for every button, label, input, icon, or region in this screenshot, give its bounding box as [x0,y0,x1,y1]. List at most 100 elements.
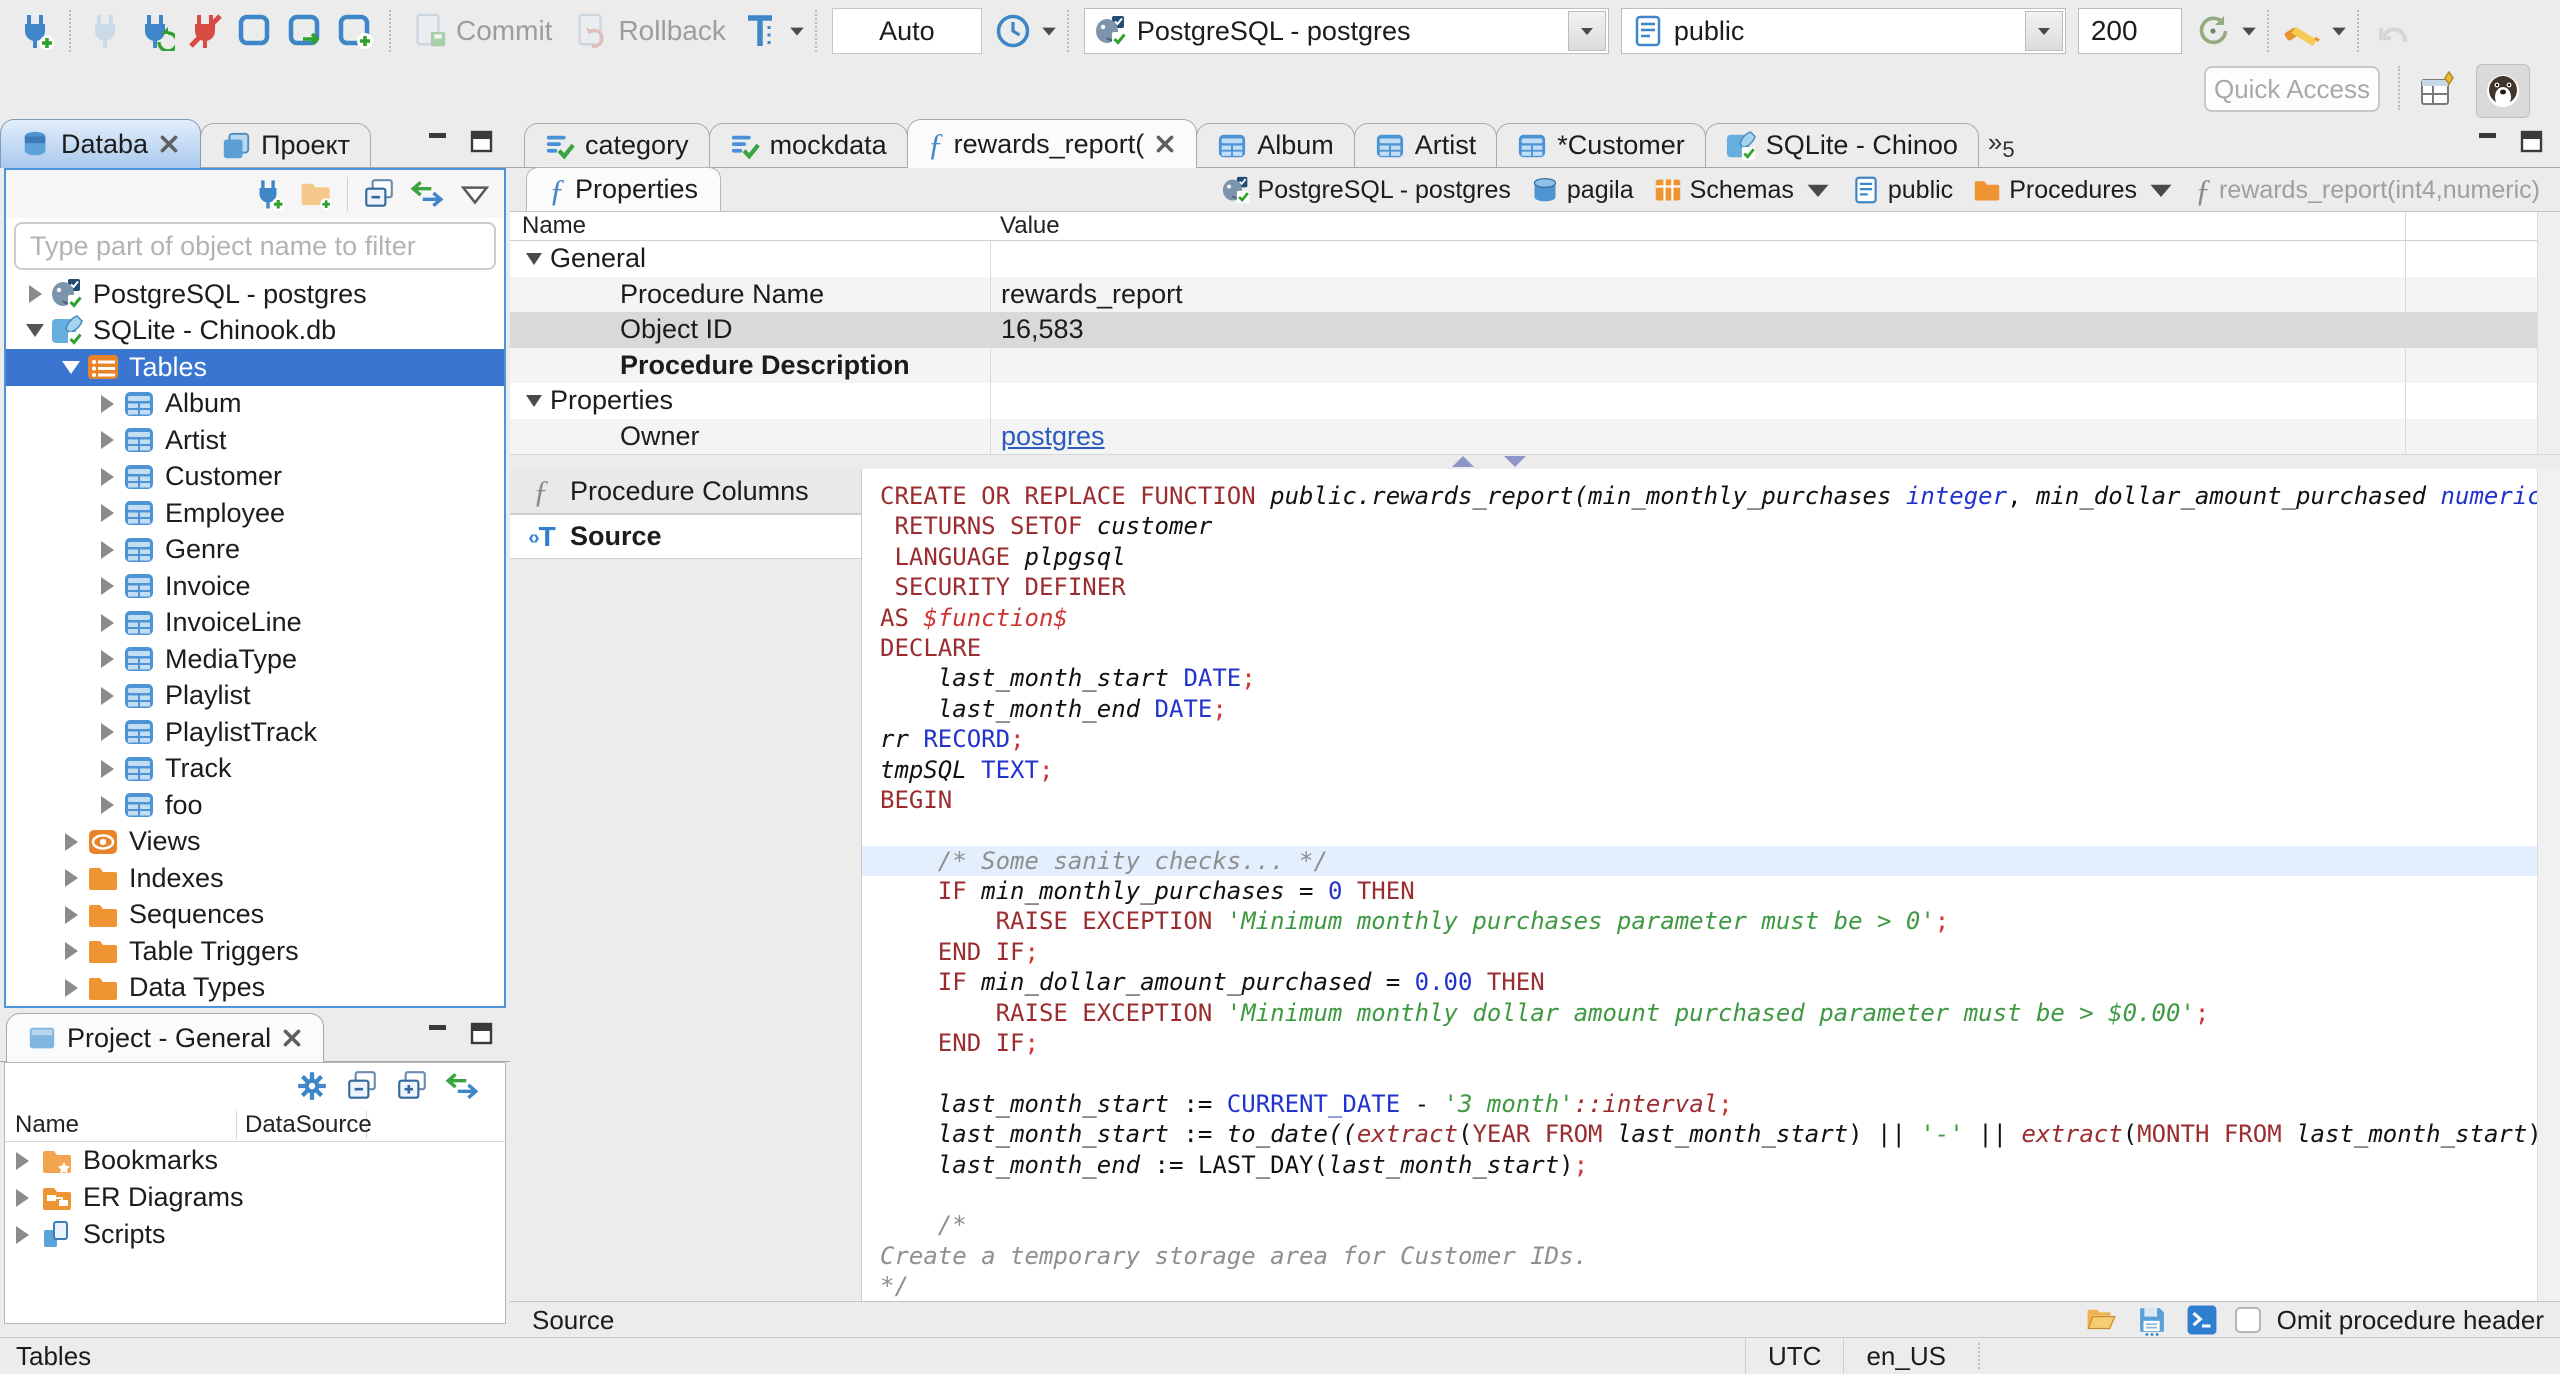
code-line[interactable]: /* Some sanity checks... */ [862,845,2538,877]
expander-icon[interactable] [92,759,122,778]
tree-item-playlisttrack[interactable]: PlaylistTrack [6,714,504,751]
tab-properties[interactable]: ƒ Properties [526,167,722,211]
code-line[interactable]: last_month_start DATE; [862,663,2538,693]
expander-icon[interactable] [92,504,122,523]
code-line[interactable]: SECURITY DEFINER [862,572,2538,602]
code-line[interactable]: RAISE EXCEPTION 'Minimum monthly dollar … [862,998,2538,1028]
subtab-procedure-columns[interactable]: ƒ Procedure Columns [510,469,861,514]
editor-tab-category[interactable]: category [524,123,710,167]
tree-item-employee[interactable]: Employee [6,495,504,532]
breadcrumb-public[interactable]: public [1852,176,1953,205]
project-row-er-diagrams[interactable]: ER Diagrams [5,1179,505,1216]
rollback-button[interactable]: Rollback [572,12,726,50]
close-icon[interactable] [281,1027,303,1049]
project-row-bookmarks[interactable]: Bookmarks [5,1142,505,1179]
editor-tab-sqlite-chinoo[interactable]: SQLite - Chinoo [1704,123,1979,167]
editor-tab-mockdata[interactable]: mockdata [708,123,908,167]
dbeaver-perspective-button[interactable] [2476,64,2530,118]
expander-icon[interactable] [56,360,86,374]
breadcrumb-procedures[interactable]: Procedures [1973,176,2175,205]
tree-item-artist[interactable]: Artist [6,422,504,459]
combo-dropdown-button[interactable] [1567,11,1606,51]
object-filter-input[interactable]: Type part of object name to filter [14,222,496,270]
source-code[interactable]: CREATE OR REPLACE FUNCTION public.reward… [862,481,2538,1301]
expander-icon[interactable] [92,723,122,742]
editor-tab-artist[interactable]: Artist [1353,123,1498,167]
tree-item-sqlite-chinook-db[interactable]: SQLite - Chinook.db [6,313,504,350]
breadcrumb-rewards-report-int4-numeric-[interactable]: ƒ rewards_report(int4,numeric) [2195,174,2540,206]
view-tab-1[interactable]: Проект [200,123,372,167]
tree-item-genre[interactable]: Genre [6,532,504,569]
tree-item-track[interactable]: Track [6,751,504,788]
expander-icon[interactable] [56,978,86,997]
maximize-icon[interactable] [468,128,496,156]
tree-item-mediatype[interactable]: MediaType [6,641,504,678]
code-line[interactable]: AS $function$ [862,603,2538,633]
property-row-general[interactable]: General [510,241,2560,277]
subtab-source[interactable]: ‹›T Source [510,514,861,559]
transaction-log-button[interactable] [736,6,786,56]
minimize-icon[interactable] [2474,128,2502,156]
expander-icon[interactable] [56,942,86,961]
project-row-scripts[interactable]: Scripts [5,1216,505,1253]
collapse-all-button[interactable] [362,177,396,211]
code-line[interactable]: DECLARE [862,633,2538,663]
expander-icon[interactable] [92,686,122,705]
source-editor[interactable]: CREATE OR REPLACE FUNCTION public.reward… [862,469,2560,1301]
collapse-up-icon[interactable] [1450,455,1476,468]
sql-terminal-button[interactable] [2185,1303,2219,1337]
collapse-all-icon[interactable] [345,1069,379,1103]
expand-all-icon[interactable] [395,1069,429,1103]
code-line[interactable]: END IF; [862,1028,2538,1058]
quick-access-input[interactable]: Quick Access [2204,66,2380,112]
reconnect-plug-button[interactable] [130,6,180,56]
expander-icon[interactable] [5,1151,39,1170]
group-expander-icon[interactable] [526,394,542,407]
tree-item-invoice[interactable]: Invoice [6,568,504,605]
tree-item-table-triggers[interactable]: Table Triggers [6,933,504,970]
expander-icon[interactable] [92,394,122,413]
save-file-button[interactable] [2135,1303,2169,1337]
omit-header-checkbox[interactable] [2234,1307,2261,1333]
code-line[interactable]: IF min_dollar_amount_purchased = 0.00 TH… [862,967,2538,997]
link-with-editor-icon[interactable] [410,177,444,211]
settings-gear-icon[interactable] [295,1069,329,1103]
expander-icon[interactable] [20,324,50,338]
code-line[interactable] [862,1180,2538,1210]
new-folder-icon[interactable] [299,177,333,211]
editor-scrollbar[interactable] [2537,469,2560,1301]
link-with-editor-icon[interactable] [445,1069,479,1103]
auto-refresh-button[interactable] [2188,6,2238,56]
tree-item-sequences[interactable]: Sequences [6,897,504,934]
collapse-all-icon[interactable] [362,177,396,211]
property-row-procedure-description[interactable]: Procedure Description [510,347,2560,383]
property-row-owner[interactable]: Owner postgres [510,418,2560,454]
minimize-icon[interactable] [424,128,452,156]
tree-item-invoiceline[interactable]: InvoiceLine [6,605,504,642]
expander-icon[interactable] [92,467,122,486]
property-row-procedure-name[interactable]: Procedure Name rewards_report [510,276,2560,312]
maximize-icon[interactable] [468,1020,496,1048]
expand-all-button[interactable] [395,1069,429,1103]
history-clock-button[interactable] [988,6,1038,56]
code-line[interactable]: last_month_end DATE; [862,694,2538,724]
new-connection-small-button[interactable] [251,177,285,211]
history-clock-dropdown-icon[interactable] [1040,24,1058,38]
code-line[interactable]: rr RECORD; [862,724,2538,754]
group-expander-icon[interactable] [526,252,542,265]
expander-icon[interactable] [92,650,122,669]
view-menu-button[interactable] [458,177,492,211]
close-icon[interactable] [1154,133,1176,155]
transaction-log-dropdown-icon[interactable] [788,24,806,38]
fetch-size-input[interactable]: 200 [2077,8,2182,54]
code-line[interactable]: BEGIN [862,785,2538,815]
sql-editor-new-button[interactable] [330,6,380,56]
combo-dropdown-button[interactable] [2024,11,2063,51]
grid-scrollbar[interactable] [2537,212,2560,454]
connect-plug-button[interactable] [80,6,130,56]
tree-item-foo[interactable]: foo [6,787,504,824]
expander-icon[interactable] [56,832,86,851]
code-line[interactable]: RAISE EXCEPTION 'Minimum monthly purchas… [862,906,2538,936]
new-connection-button[interactable] [10,6,60,56]
splitter-arrows[interactable] [1450,455,1528,468]
